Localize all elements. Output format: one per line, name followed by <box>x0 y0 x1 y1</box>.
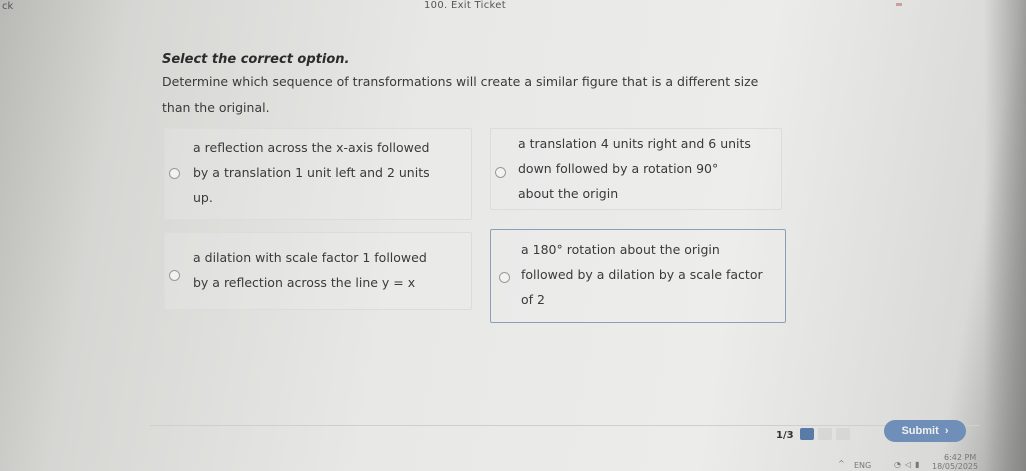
option-b-label: a translation 4 units right and 6 units … <box>518 136 751 201</box>
progress-dot-1[interactable] <box>800 428 814 440</box>
screen-edge-shadow <box>984 0 1026 471</box>
footer-divider <box>150 425 980 426</box>
tray-icons[interactable]: ◔◁▮ <box>894 460 924 469</box>
option-a[interactable]: a reflection across the x-axis followed … <box>164 128 472 220</box>
option-d[interactable]: a 180° rotation about the origin followe… <box>490 229 786 323</box>
option-b[interactable]: a translation 4 units right and 6 units … <box>490 128 782 210</box>
radio-option-a[interactable] <box>169 168 180 179</box>
chevron-right-icon: › <box>941 425 949 437</box>
clock-date[interactable]: 18/05/2025 <box>932 462 978 471</box>
clock-time[interactable]: 6:42 PM <box>944 453 976 462</box>
progress-counter: 1/3 <box>776 430 794 441</box>
top-bar: ck 100. Exit Ticket <box>0 0 1000 14</box>
progress-dots <box>800 428 850 440</box>
back-link[interactable]: ck <box>2 1 13 12</box>
radio-option-c[interactable] <box>169 270 180 281</box>
option-d-label: a 180° rotation about the origin followe… <box>521 242 763 307</box>
progress-dot-3[interactable] <box>836 428 850 440</box>
progress-dot-2[interactable] <box>818 428 832 440</box>
option-c-label: a dilation with scale factor 1 followed … <box>193 250 427 290</box>
radio-option-d[interactable] <box>499 272 510 283</box>
option-a-label: a reflection across the x-axis followed … <box>193 140 430 205</box>
instruction-text: Select the correct option. <box>162 52 350 67</box>
option-c[interactable]: a dilation with scale factor 1 followed … <box>164 232 472 310</box>
language-indicator[interactable]: ENG <box>854 461 871 470</box>
window-title: 100. Exit Ticket <box>424 0 506 11</box>
radio-option-b[interactable] <box>495 167 506 178</box>
submit-label: Submit <box>901 425 939 437</box>
battery-icon[interactable]: ▮ <box>915 460 923 469</box>
flag-icon[interactable] <box>896 3 902 6</box>
wifi-icon[interactable]: ◔ <box>894 460 905 469</box>
volume-icon[interactable]: ◁ <box>905 460 915 469</box>
question-text: Determine which sequence of transformati… <box>162 74 759 115</box>
exit-ticket-page: ck 100. Exit Ticket Select the correct o… <box>0 0 1026 471</box>
submit-button[interactable]: Submit › <box>884 420 966 442</box>
chevron-up-icon[interactable]: ^ <box>838 459 845 468</box>
